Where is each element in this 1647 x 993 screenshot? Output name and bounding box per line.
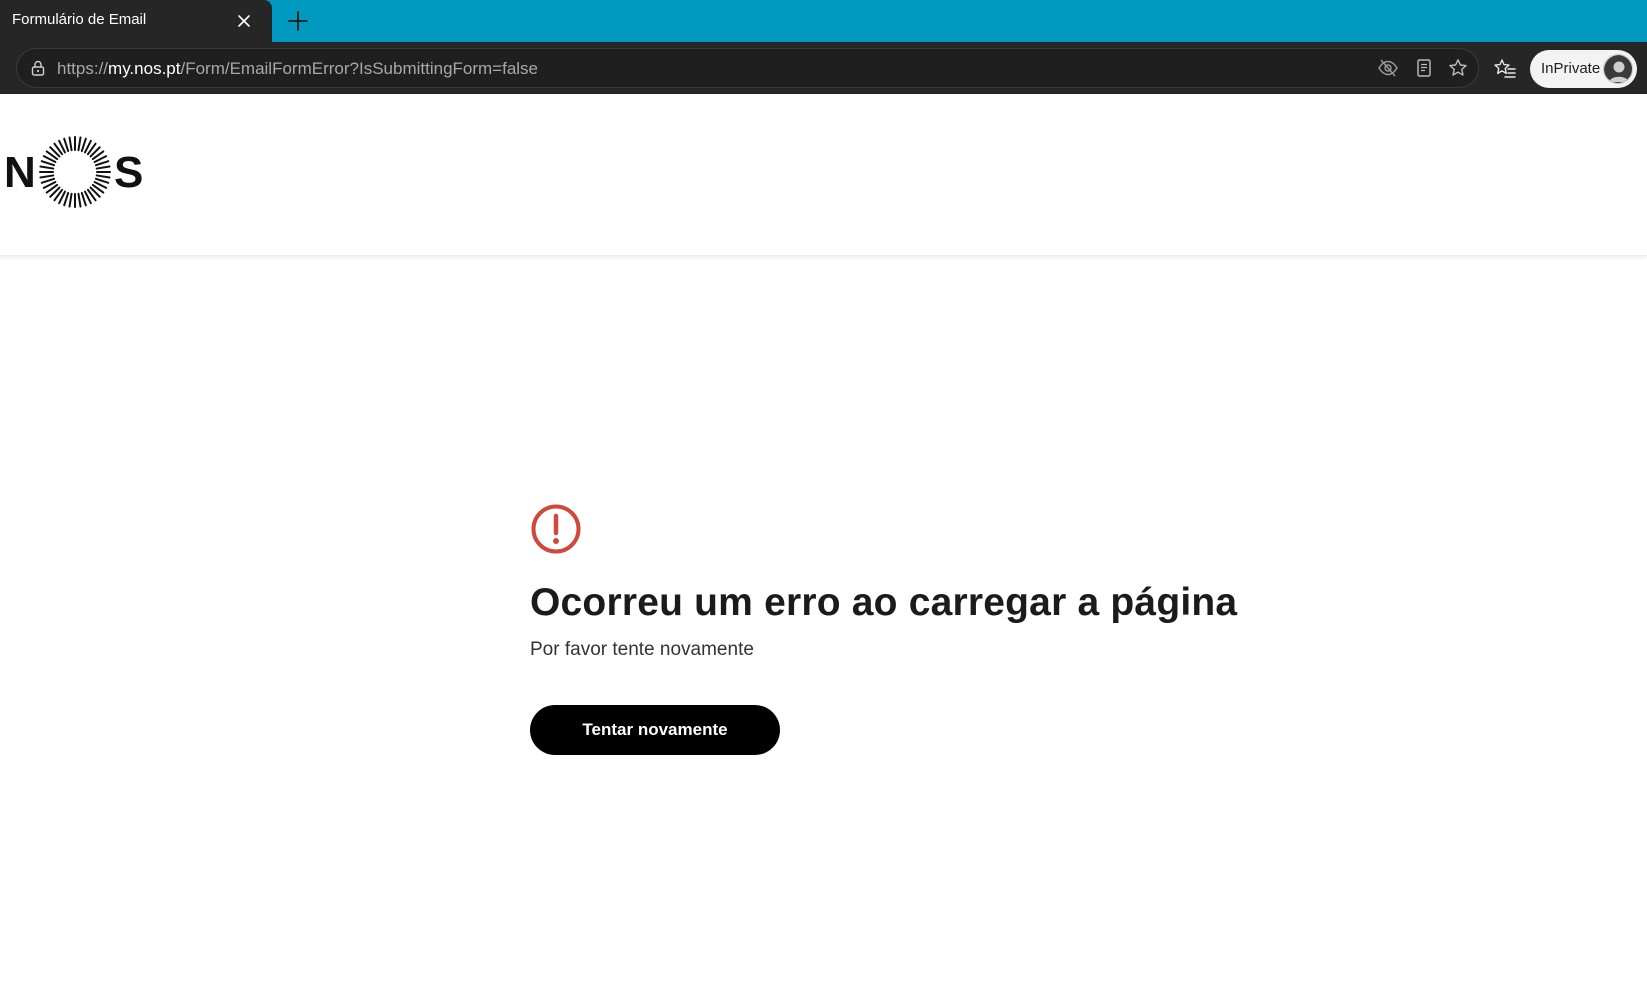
error-subtitle: Por favor tente novamente xyxy=(530,639,754,660)
sunburst-ray xyxy=(40,177,56,184)
inprivate-button[interactable]: InPrivate xyxy=(1530,50,1637,88)
sunburst-ray xyxy=(95,165,111,170)
error-title: Ocorreu um erro ao carregar a página xyxy=(530,581,1238,624)
nos-logo[interactable]: N S xyxy=(4,134,144,210)
star-icon[interactable] xyxy=(1447,57,1469,79)
alert-circle-icon xyxy=(531,504,581,554)
lock-icon[interactable] xyxy=(29,59,47,77)
sunburst-ray xyxy=(68,192,73,208)
sunburst-ray xyxy=(63,137,70,153)
favorites-icon[interactable] xyxy=(1493,57,1517,81)
url-path: /Form/EmailFormError?IsSubmittingForm=fa… xyxy=(180,59,539,78)
sunburst-ray xyxy=(95,174,111,179)
sunburst-ray xyxy=(94,160,110,167)
sunburst-ray xyxy=(80,191,87,207)
sunburst-ray xyxy=(63,191,70,207)
site-header: N S xyxy=(0,94,1647,256)
sunburst-ray xyxy=(39,165,55,170)
sunburst-ray xyxy=(94,177,110,184)
logo-letter-n: N xyxy=(4,148,36,197)
url-scheme: https:// xyxy=(57,59,109,78)
url-text[interactable]: https://my.nos.pt/Form/EmailFormError?Is… xyxy=(57,59,538,79)
url-host: my.nos.pt xyxy=(108,59,181,78)
sunburst-ray xyxy=(40,160,56,167)
address-bar[interactable]: https://my.nos.pt/Form/EmailFormError?Is… xyxy=(16,48,1479,88)
inprivate-label: InPrivate xyxy=(1541,60,1601,77)
close-icon[interactable] xyxy=(232,9,256,33)
sunburst-ray xyxy=(39,174,55,179)
sunburst-icon xyxy=(39,136,111,208)
sunburst-ray xyxy=(77,136,82,152)
tab-title: Formulário de Email xyxy=(12,11,147,28)
reader-view-icon[interactable] xyxy=(1413,57,1435,79)
sunburst-ray xyxy=(80,137,87,153)
sunburst-ray xyxy=(68,136,73,152)
eye-off-icon[interactable] xyxy=(1377,57,1399,79)
profile-icon xyxy=(1604,55,1632,83)
tab-strip: Formulário de Email xyxy=(0,0,1647,42)
avatar xyxy=(1603,54,1633,84)
plus-icon[interactable] xyxy=(284,7,312,35)
browser-toolbar: https://my.nos.pt/Form/EmailFormError?Is… xyxy=(0,42,1647,94)
logo-letter-s: S xyxy=(114,148,143,197)
sunburst-ray xyxy=(77,192,82,208)
tab-active[interactable]: Formulário de Email xyxy=(0,0,272,42)
retry-button[interactable]: Tentar novamente xyxy=(530,705,780,755)
